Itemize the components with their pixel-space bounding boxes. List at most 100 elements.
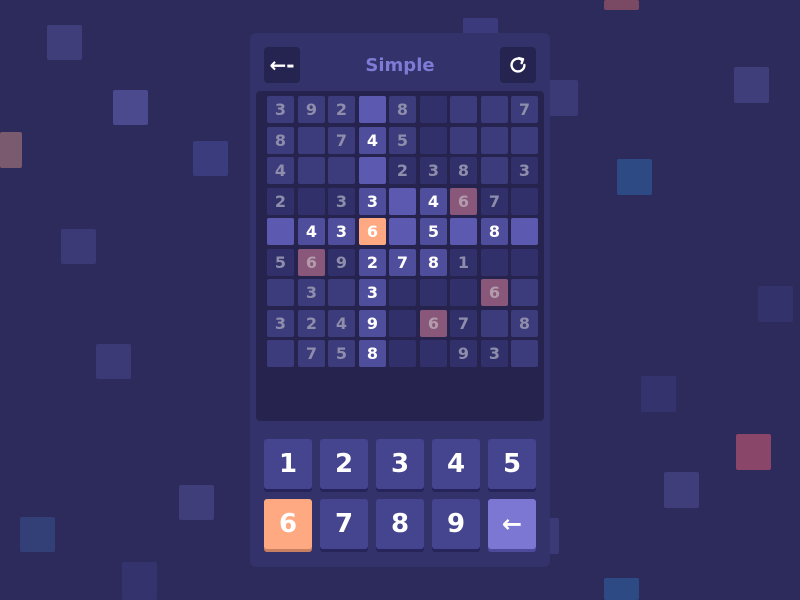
sudoku-cell[interactable]: 5 [389, 127, 416, 154]
bg-square [20, 517, 55, 552]
page-title: Simple [365, 55, 435, 76]
sudoku-cell[interactable] [267, 340, 294, 367]
sudoku-cell[interactable] [450, 96, 477, 123]
bg-square [113, 90, 148, 125]
sudoku-cell[interactable] [359, 157, 386, 184]
bg-square [96, 344, 131, 379]
sudoku-cell[interactable]: 3 [511, 157, 538, 184]
sudoku-cell[interactable]: 2 [359, 249, 386, 276]
number-key-2[interactable]: 2 [320, 439, 368, 489]
number-key-5[interactable]: 5 [488, 439, 536, 489]
sudoku-cell[interactable] [481, 249, 508, 276]
sudoku-cell[interactable] [267, 218, 294, 245]
number-key-4[interactable]: 4 [432, 439, 480, 489]
sudoku-cell[interactable] [450, 127, 477, 154]
sudoku-cell[interactable] [298, 157, 325, 184]
sudoku-cell[interactable]: 2 [298, 310, 325, 337]
sudoku-cell[interactable]: 8 [420, 249, 447, 276]
sudoku-cell[interactable]: 4 [328, 310, 355, 337]
number-key-1[interactable]: 1 [264, 439, 312, 489]
sudoku-cell[interactable] [511, 249, 538, 276]
sudoku-cell[interactable]: 4 [359, 127, 386, 154]
sudoku-cell[interactable]: 8 [389, 96, 416, 123]
sudoku-cell[interactable]: 3 [481, 340, 508, 367]
sudoku-cell[interactable] [389, 218, 416, 245]
sudoku-cell[interactable]: 3 [359, 279, 386, 306]
sudoku-cell[interactable]: 6 [450, 188, 477, 215]
sudoku-cell[interactable]: 8 [481, 218, 508, 245]
number-key-6[interactable]: 6 [264, 499, 312, 549]
sudoku-cell[interactable] [359, 96, 386, 123]
sudoku-cell[interactable] [511, 340, 538, 367]
sudoku-cell[interactable] [511, 188, 538, 215]
sudoku-cell[interactable] [389, 188, 416, 215]
sudoku-cell[interactable] [389, 310, 416, 337]
sudoku-cell[interactable]: 7 [328, 127, 355, 154]
erase-button[interactable]: ← [488, 499, 536, 549]
sudoku-cell[interactable]: 6 [359, 218, 386, 245]
number-key-3[interactable]: 3 [376, 439, 424, 489]
sudoku-cell[interactable]: 2 [267, 188, 294, 215]
sudoku-cell[interactable] [298, 188, 325, 215]
sudoku-cell[interactable] [511, 279, 538, 306]
sudoku-cell[interactable] [420, 340, 447, 367]
bg-square [617, 159, 652, 195]
sudoku-cell[interactable]: 9 [298, 96, 325, 123]
sudoku-cell[interactable]: 3 [298, 279, 325, 306]
sudoku-cell[interactable]: 7 [298, 340, 325, 367]
sudoku-cell[interactable] [420, 127, 447, 154]
sudoku-cell[interactable]: 3 [267, 96, 294, 123]
sudoku-cell[interactable]: 4 [298, 218, 325, 245]
back-button[interactable]: ←- [264, 47, 300, 83]
sudoku-cell[interactable]: 7 [511, 96, 538, 123]
sudoku-cell[interactable]: 4 [420, 188, 447, 215]
number-key-7[interactable]: 7 [320, 499, 368, 549]
sudoku-cell[interactable]: 9 [359, 310, 386, 337]
sudoku-cell[interactable]: 6 [481, 279, 508, 306]
number-key-8[interactable]: 8 [376, 499, 424, 549]
sudoku-cell[interactable] [481, 127, 508, 154]
sudoku-cell[interactable]: 2 [328, 96, 355, 123]
reset-button[interactable] [500, 47, 536, 83]
sudoku-cell[interactable] [420, 279, 447, 306]
sudoku-cell[interactable] [389, 340, 416, 367]
sudoku-cell[interactable] [298, 127, 325, 154]
sudoku-cell[interactable]: 5 [420, 218, 447, 245]
sudoku-cell[interactable]: 7 [450, 310, 477, 337]
sudoku-cell[interactable]: 3 [267, 310, 294, 337]
sudoku-cell[interactable]: 3 [328, 188, 355, 215]
sudoku-cell[interactable]: 3 [328, 218, 355, 245]
sudoku-cell[interactable]: 7 [481, 188, 508, 215]
sudoku-cell[interactable]: 8 [511, 310, 538, 337]
sudoku-cell[interactable]: 6 [420, 310, 447, 337]
sudoku-cell[interactable]: 4 [267, 157, 294, 184]
sudoku-cell[interactable]: 9 [328, 249, 355, 276]
sudoku-cell[interactable] [481, 157, 508, 184]
sudoku-cell[interactable]: 3 [420, 157, 447, 184]
bg-square [47, 25, 82, 60]
sudoku-cell[interactable] [420, 96, 447, 123]
sudoku-cell[interactable]: 1 [450, 249, 477, 276]
sudoku-cell[interactable] [511, 218, 538, 245]
sudoku-cell[interactable] [481, 310, 508, 337]
sudoku-cell[interactable]: 8 [450, 157, 477, 184]
sudoku-cell[interactable]: 2 [389, 157, 416, 184]
sudoku-cell[interactable]: 8 [359, 340, 386, 367]
sudoku-cell[interactable] [328, 279, 355, 306]
sudoku-cell[interactable]: 3 [359, 188, 386, 215]
sudoku-cell[interactable] [389, 279, 416, 306]
sudoku-cell[interactable]: 8 [267, 127, 294, 154]
sudoku-cell[interactable] [481, 96, 508, 123]
sudoku-cell[interactable] [267, 279, 294, 306]
sudoku-cell[interactable]: 5 [328, 340, 355, 367]
sudoku-cell[interactable]: 5 [267, 249, 294, 276]
sudoku-cell[interactable] [511, 127, 538, 154]
bg-square [193, 141, 228, 176]
sudoku-cell[interactable] [328, 157, 355, 184]
sudoku-cell[interactable] [450, 279, 477, 306]
sudoku-cell[interactable]: 6 [298, 249, 325, 276]
number-key-9[interactable]: 9 [432, 499, 480, 549]
sudoku-cell[interactable]: 7 [389, 249, 416, 276]
sudoku-cell[interactable] [450, 218, 477, 245]
sudoku-cell[interactable]: 9 [450, 340, 477, 367]
